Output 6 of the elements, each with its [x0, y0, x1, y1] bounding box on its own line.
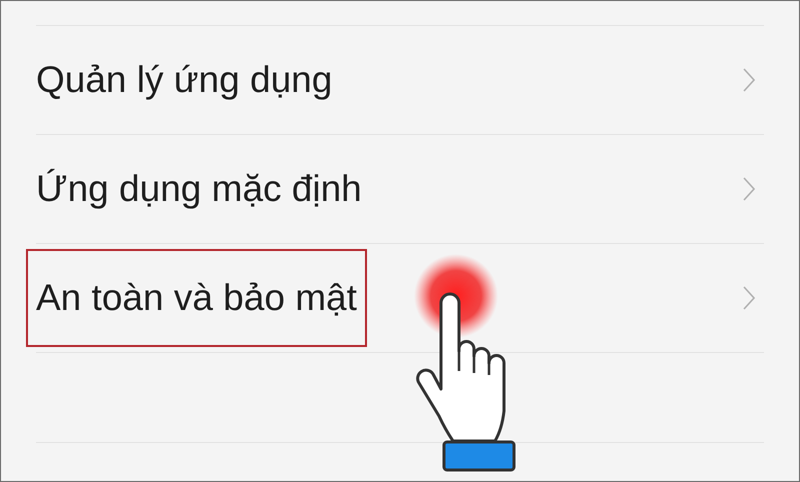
- chevron-icon: [742, 285, 756, 311]
- setting-label[interactable]: An toàn và bảo mật: [26, 249, 367, 347]
- setting-label[interactable]: Ứng dụng mặc định: [26, 140, 372, 238]
- chevron-icon: [742, 176, 756, 202]
- setting-label[interactable]: Quản lý ứng dụng: [26, 31, 342, 129]
- chevron-icon: [742, 67, 756, 93]
